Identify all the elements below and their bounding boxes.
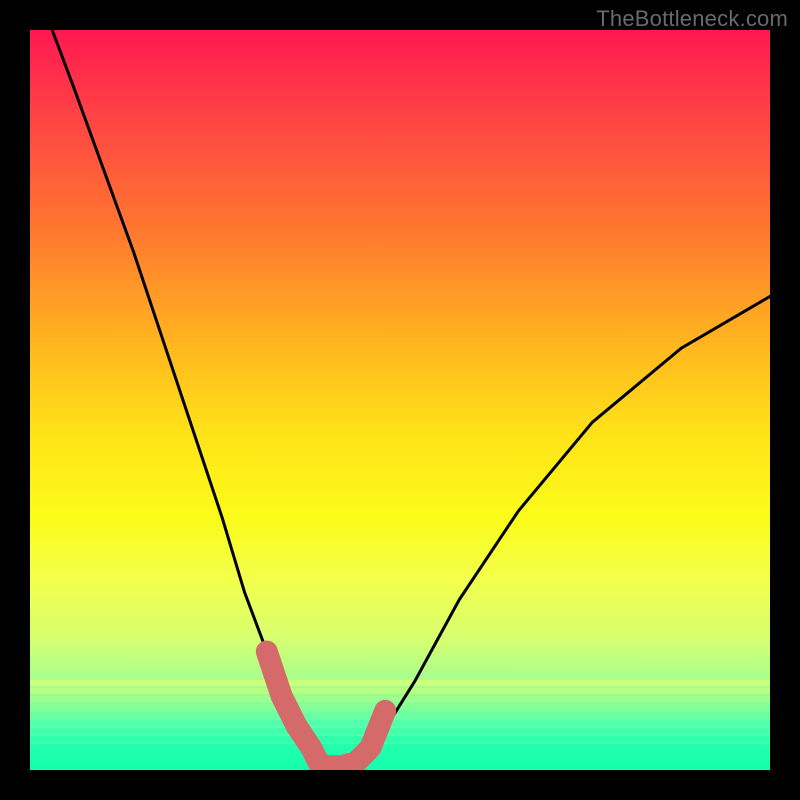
curve-layer (30, 30, 770, 770)
highlight-u-shape (267, 652, 385, 767)
plot-area (30, 30, 770, 770)
bottleneck-curve (52, 30, 770, 766)
chart-frame: TheBottleneck.com (0, 0, 800, 800)
highlight-dot (257, 642, 277, 662)
watermark: TheBottleneck.com (596, 6, 788, 32)
